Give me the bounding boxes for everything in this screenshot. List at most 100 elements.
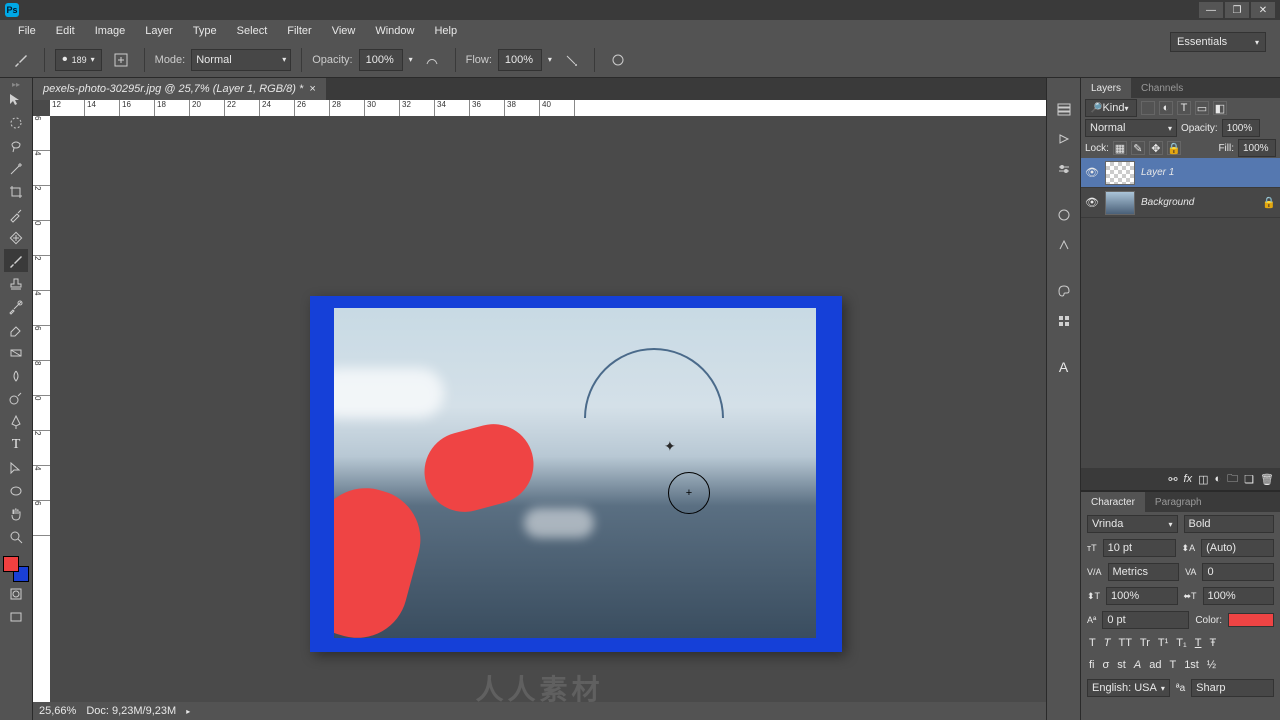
marquee-tool[interactable]: [4, 111, 28, 134]
allcaps-icon[interactable]: TT: [1118, 637, 1131, 649]
hand-tool[interactable]: [4, 502, 28, 525]
antialiasing-dropdown[interactable]: Sharp: [1191, 679, 1274, 697]
stylistic-icon[interactable]: ad: [1149, 659, 1161, 671]
filter-pixel-icon[interactable]: [1141, 101, 1155, 115]
zoom-level[interactable]: 25,66%: [39, 705, 76, 717]
fractions-icon[interactable]: ½: [1207, 659, 1216, 671]
tab-paragraph[interactable]: Paragraph: [1145, 492, 1212, 512]
menu-window[interactable]: Window: [365, 25, 424, 37]
filter-shape-icon[interactable]: ▭: [1195, 101, 1209, 115]
layer-item[interactable]: 👁 Background 🔒: [1081, 188, 1280, 218]
faux-italic-icon[interactable]: T: [1104, 637, 1111, 649]
brush-preset-picker[interactable]: • 189 ▾: [55, 49, 102, 71]
history-brush-tool[interactable]: [4, 295, 28, 318]
move-tool[interactable]: [4, 88, 28, 111]
filter-smart-icon[interactable]: ◧: [1213, 101, 1227, 115]
maximize-button[interactable]: ❐: [1225, 2, 1249, 18]
pressure-size-icon[interactable]: [605, 47, 631, 73]
tab-channels[interactable]: Channels: [1131, 78, 1193, 98]
document-tab[interactable]: pexels-photo-30295r.jpg @ 25,7% (Layer 1…: [33, 78, 326, 100]
filter-adjust-icon[interactable]: ◐: [1159, 101, 1173, 115]
menu-edit[interactable]: Edit: [46, 25, 85, 37]
menu-file[interactable]: File: [8, 25, 46, 37]
menu-filter[interactable]: Filter: [277, 25, 321, 37]
link-layers-icon[interactable]: ⚯: [1168, 473, 1177, 486]
ruler-vertical[interactable]: 642024680246: [33, 116, 50, 702]
lock-position-icon[interactable]: ✥: [1149, 141, 1163, 155]
minimize-button[interactable]: —: [1199, 2, 1223, 18]
close-button[interactable]: ✕: [1251, 2, 1275, 18]
layer-item[interactable]: 👁 Layer 1: [1081, 158, 1280, 188]
character-panel-icon[interactable]: A: [1051, 354, 1077, 380]
stamp-tool[interactable]: [4, 272, 28, 295]
menu-help[interactable]: Help: [424, 25, 467, 37]
zoom-tool[interactable]: [4, 525, 28, 548]
tab-layers[interactable]: Layers: [1081, 78, 1131, 98]
new-layer-icon[interactable]: ❏: [1244, 473, 1254, 486]
eyedropper-tool[interactable]: [4, 203, 28, 226]
group-icon[interactable]: 🗀: [1227, 470, 1238, 489]
hscale-input[interactable]: 100%: [1203, 587, 1274, 605]
discretionary-icon[interactable]: st: [1117, 659, 1126, 671]
layer-thumbnail[interactable]: [1105, 161, 1135, 185]
path-select-tool[interactable]: [4, 456, 28, 479]
lock-all-icon[interactable]: 🔒: [1167, 141, 1181, 155]
menu-view[interactable]: View: [322, 25, 366, 37]
blur-tool[interactable]: [4, 364, 28, 387]
layer-filter-kind[interactable]: 🔎 Kind ▾: [1085, 99, 1137, 117]
filter-type-icon[interactable]: T: [1177, 101, 1191, 115]
menu-type[interactable]: Type: [183, 25, 227, 37]
shape-tool[interactable]: [4, 479, 28, 502]
text-color-swatch[interactable]: [1228, 613, 1274, 627]
font-weight-dropdown[interactable]: Bold: [1184, 515, 1275, 533]
color-panel-icon[interactable]: [1051, 278, 1077, 304]
layer-fill-input[interactable]: 100%: [1238, 139, 1276, 157]
brushpresets-panel-icon[interactable]: [1051, 232, 1077, 258]
doc-size[interactable]: Doc: 9,23M/9,23M: [86, 705, 176, 717]
type-tool[interactable]: T: [4, 433, 28, 456]
healing-tool[interactable]: [4, 226, 28, 249]
history-panel-icon[interactable]: [1051, 96, 1077, 122]
strikethrough-icon[interactable]: Ŧ: [1209, 637, 1216, 649]
flow-input[interactable]: 100%: [498, 49, 542, 71]
tab-character[interactable]: Character: [1081, 492, 1145, 512]
layer-opacity-input[interactable]: 100%: [1222, 119, 1260, 137]
color-swatches[interactable]: [3, 556, 29, 582]
ligatures-icon[interactable]: fi: [1089, 659, 1095, 671]
dodge-tool[interactable]: [4, 387, 28, 410]
underline-icon[interactable]: T: [1195, 637, 1202, 649]
actions-panel-icon[interactable]: [1051, 126, 1077, 152]
layer-name[interactable]: Layer 1: [1141, 167, 1174, 178]
airbrush-icon[interactable]: [558, 47, 584, 73]
menu-layer[interactable]: Layer: [135, 25, 183, 37]
smallcaps-icon[interactable]: Tr: [1140, 637, 1150, 649]
layer-thumbnail[interactable]: [1105, 191, 1135, 215]
font-family-dropdown[interactable]: Vrinda▾: [1087, 515, 1178, 533]
gradient-tool[interactable]: [4, 341, 28, 364]
leading-input[interactable]: (Auto): [1201, 539, 1274, 557]
ordinals-icon[interactable]: 1st: [1184, 659, 1199, 671]
foreground-color[interactable]: [3, 556, 19, 572]
menu-image[interactable]: Image: [85, 25, 136, 37]
swatches-panel-icon[interactable]: [1051, 308, 1077, 334]
faux-bold-icon[interactable]: T: [1089, 637, 1096, 649]
wand-tool[interactable]: [4, 157, 28, 180]
lock-transparency-icon[interactable]: ▦: [1113, 141, 1127, 155]
subscript-icon[interactable]: T₁: [1176, 637, 1186, 649]
delete-layer-icon[interactable]: 🗑: [1260, 473, 1274, 486]
screenmode-toggle[interactable]: [4, 605, 28, 628]
pressure-opacity-icon[interactable]: [419, 47, 445, 73]
opacity-input[interactable]: 100%: [359, 49, 403, 71]
language-dropdown[interactable]: English: USA▾: [1087, 679, 1170, 697]
flow-slider-icon[interactable]: ▾: [548, 55, 552, 64]
lock-pixels-icon[interactable]: ✎: [1131, 141, 1145, 155]
visibility-icon[interactable]: 👁: [1085, 166, 1099, 179]
brush-panel-toggle[interactable]: [108, 47, 134, 73]
layer-fx-icon[interactable]: fx: [1184, 473, 1193, 485]
canvas-document[interactable]: ✦: [310, 296, 842, 652]
contextual-icon[interactable]: σ: [1103, 659, 1110, 671]
pen-tool[interactable]: [4, 410, 28, 433]
titling-icon[interactable]: T: [1169, 659, 1176, 671]
baseline-input[interactable]: 0 pt: [1102, 611, 1189, 629]
opacity-slider-icon[interactable]: ▾: [409, 55, 413, 64]
